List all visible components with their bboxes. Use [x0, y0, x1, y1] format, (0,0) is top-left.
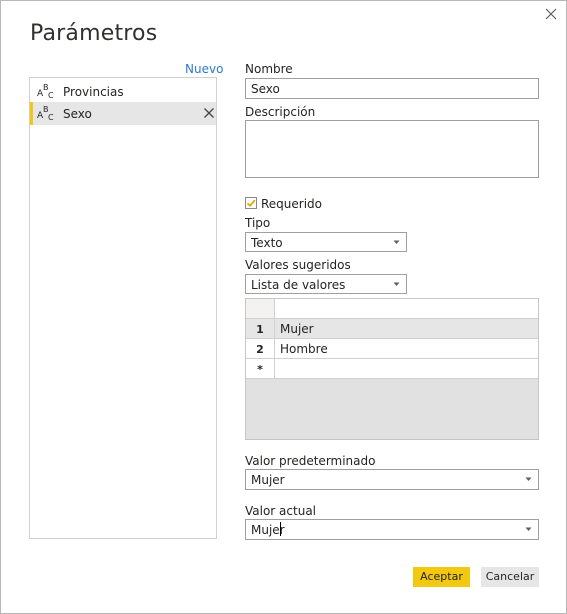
- suggested-values-label: Valores sugeridos: [245, 258, 351, 272]
- suggested-values-select-value: Lista de valores: [251, 278, 346, 292]
- table-corner-cell: [246, 299, 275, 319]
- row-value[interactable]: Mujer: [275, 319, 538, 339]
- default-value-select-value: Mujer: [251, 473, 285, 487]
- table-new-row[interactable]: *: [246, 359, 538, 379]
- name-label: Nombre: [245, 62, 293, 76]
- text-type-icon: A B C: [37, 83, 54, 99]
- text-cursor: [280, 522, 281, 536]
- table-header-cell: [275, 299, 538, 319]
- list-item-sexo[interactable]: A B C Sexo: [30, 102, 216, 125]
- description-input[interactable]: [245, 120, 539, 178]
- default-value-select[interactable]: Mujer: [245, 469, 539, 490]
- new-parameter-link[interactable]: Nuevo: [185, 62, 223, 76]
- list-item-label: Sexo: [63, 107, 92, 121]
- text-type-icon: A B C: [37, 105, 54, 121]
- cancel-button[interactable]: Cancelar: [481, 567, 539, 587]
- row-value[interactable]: [275, 359, 538, 379]
- checkmark-icon: [246, 199, 256, 208]
- type-select[interactable]: Texto: [245, 232, 407, 252]
- chevron-down-icon: [525, 527, 532, 531]
- parameters-list: A B C Provincias A B C Sexo: [29, 77, 217, 539]
- table-row[interactable]: 2 Hombre: [246, 339, 538, 359]
- row-number: 2: [246, 339, 275, 359]
- current-value-select[interactable]: Mujer: [245, 519, 539, 540]
- required-checkbox[interactable]: [245, 197, 257, 209]
- chevron-down-icon: [393, 240, 400, 244]
- current-value-label: Valor actual: [245, 504, 317, 518]
- values-table: 1 Mujer 2 Hombre *: [245, 298, 539, 440]
- close-icon[interactable]: [542, 5, 560, 23]
- accept-button[interactable]: Aceptar: [413, 567, 470, 587]
- parameters-dialog: Parámetros Nuevo A B C Provincias A B C …: [0, 0, 567, 614]
- chevron-down-icon: [393, 282, 400, 286]
- suggested-values-select[interactable]: Lista de valores: [245, 274, 407, 294]
- list-item-provincias[interactable]: A B C Provincias: [30, 80, 216, 103]
- type-label: Tipo: [245, 216, 271, 230]
- row-value[interactable]: Hombre: [275, 339, 538, 359]
- required-label: Requerido: [261, 197, 323, 211]
- row-number: 1: [246, 319, 275, 339]
- chevron-down-icon: [525, 477, 532, 481]
- row-number: *: [246, 359, 275, 379]
- svg-text:C: C: [48, 113, 54, 121]
- table-header-row: [246, 299, 538, 319]
- delete-icon[interactable]: [203, 107, 215, 119]
- description-label: Descripción: [245, 105, 316, 119]
- type-select-value: Texto: [251, 236, 283, 250]
- dialog-title: Parámetros: [30, 21, 158, 46]
- default-value-label: Valor predeterminado: [245, 454, 376, 468]
- table-row[interactable]: 1 Mujer: [246, 319, 538, 339]
- list-item-label: Provincias: [63, 85, 124, 99]
- name-input[interactable]: Sexo: [245, 78, 539, 99]
- svg-text:C: C: [48, 91, 54, 99]
